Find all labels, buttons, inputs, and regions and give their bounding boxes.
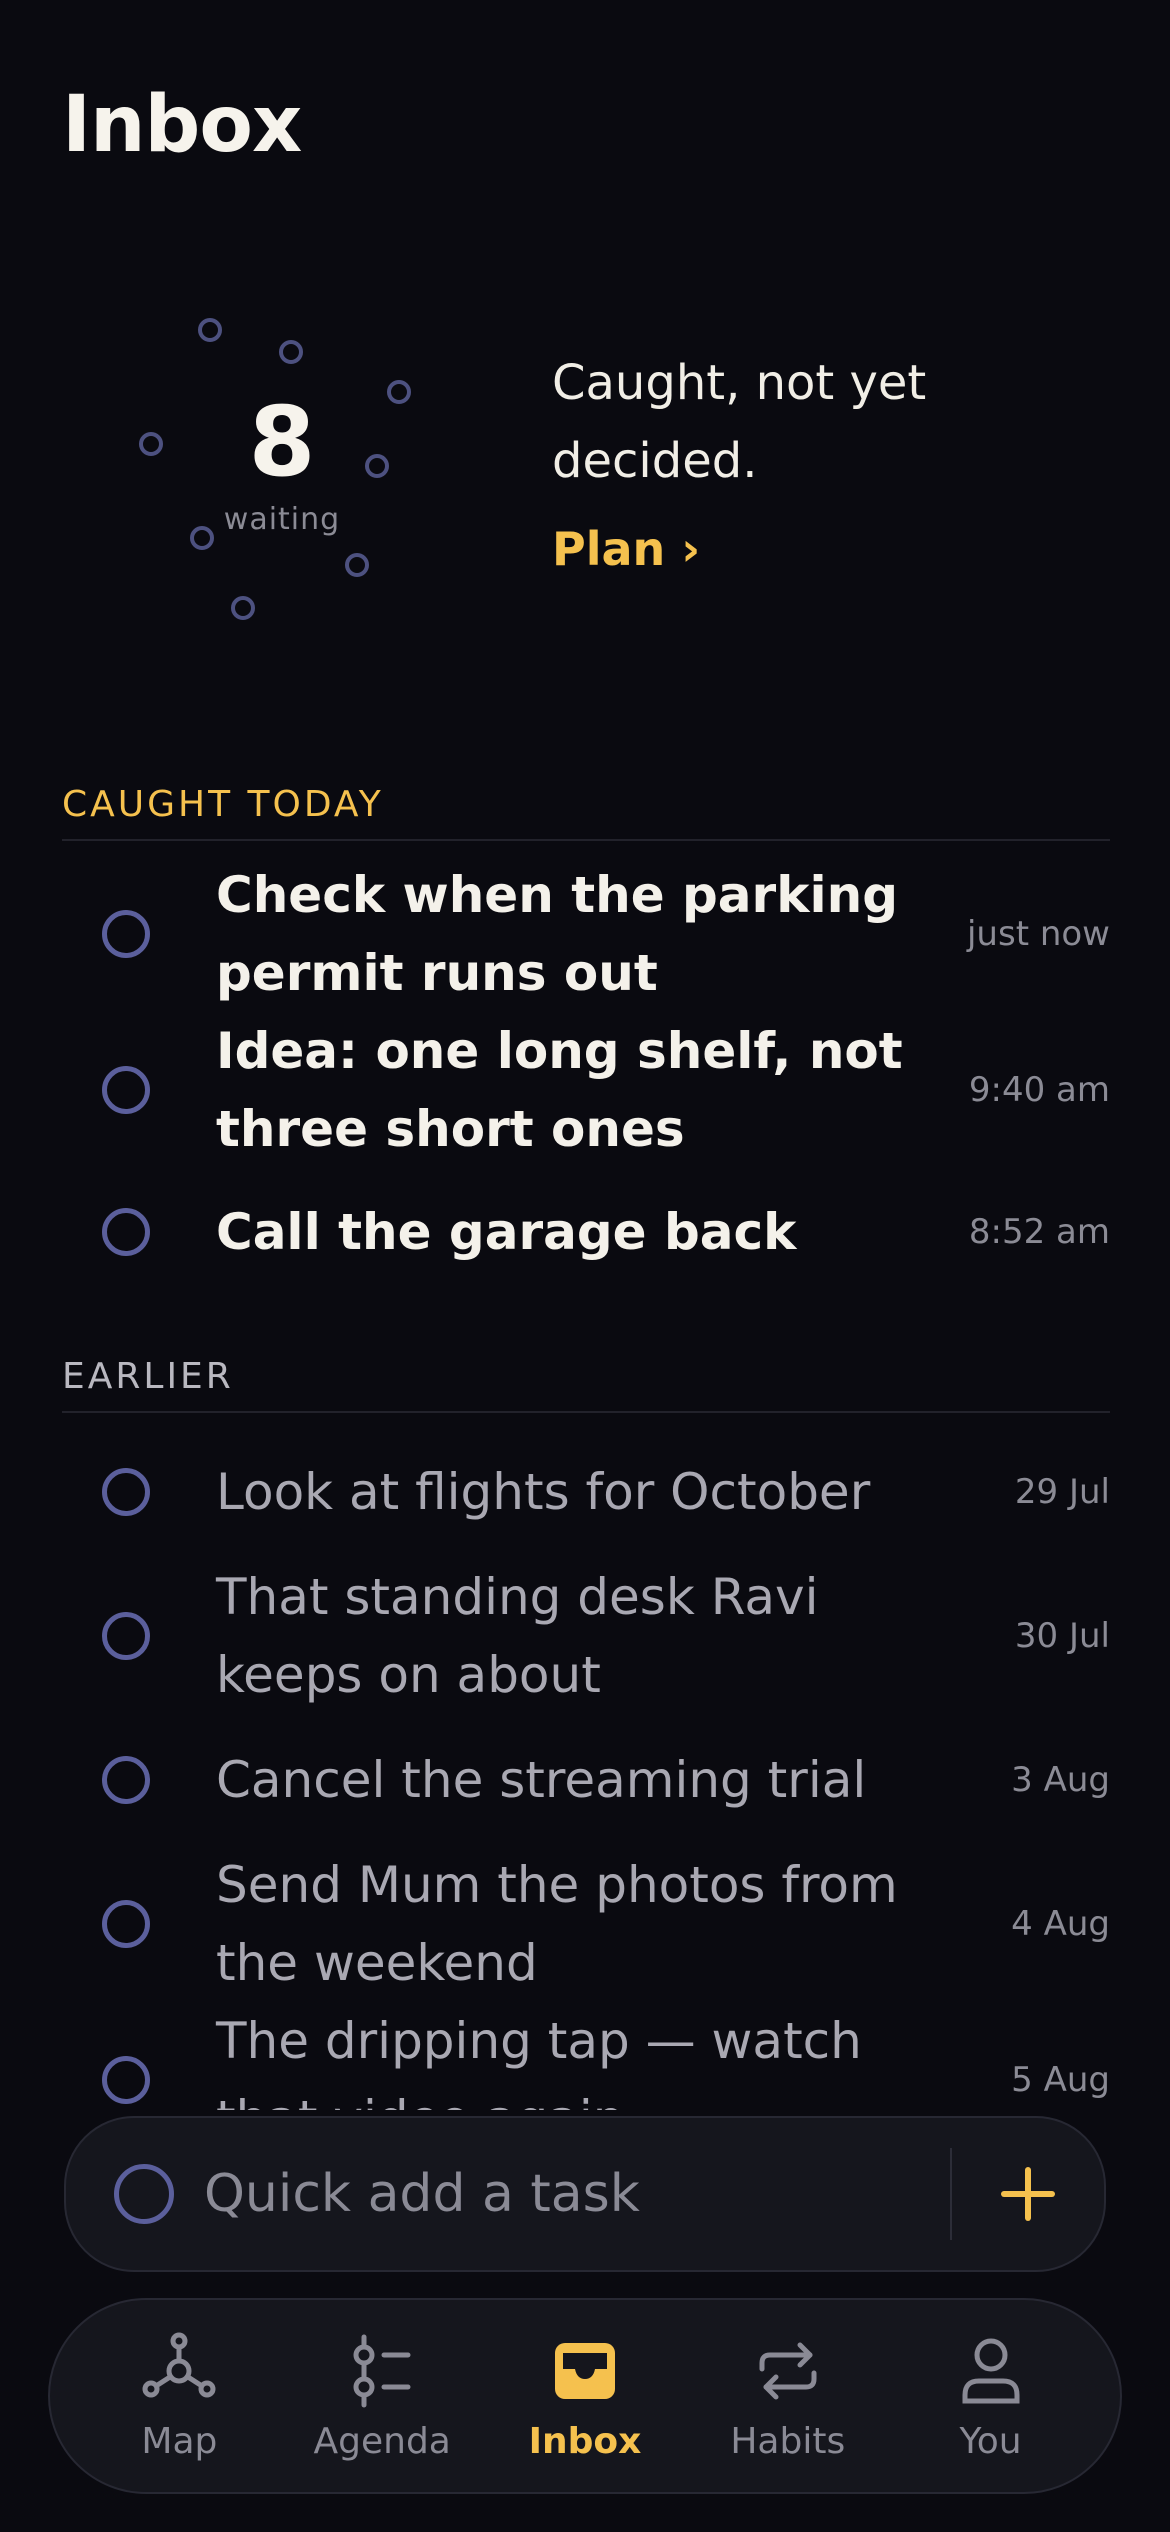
task-row[interactable]: Cancel the streaming trial 3 Aug xyxy=(62,1740,1110,1820)
tab-agenda[interactable]: Agenda xyxy=(287,2331,477,2462)
tab-map[interactable]: Map xyxy=(84,2331,274,2462)
plus-icon xyxy=(1001,2167,1055,2221)
bottom-tab-bar: Map Agenda Inbox Habits You xyxy=(48,2298,1122,2494)
task-text: Send Mum the photos from the weekend xyxy=(216,1856,898,1992)
task-time: 5 Aug xyxy=(1011,2060,1110,2100)
repeat-arrows-icon xyxy=(759,2342,817,2399)
tab-you[interactable]: You xyxy=(896,2331,1086,2462)
earlier-task-list[interactable]: Look at flights for October 29 Jul That … xyxy=(0,0,1170,2110)
tab-label: You xyxy=(959,2420,1022,2462)
agenda-timeline-icon xyxy=(353,2334,411,2407)
tab-inbox[interactable]: Inbox xyxy=(490,2331,680,2462)
task-text: Look at flights for October xyxy=(216,1463,871,1521)
tab-label: Agenda xyxy=(313,2420,451,2462)
task-checkbox[interactable] xyxy=(102,1900,150,1948)
task-checkbox[interactable] xyxy=(102,2056,150,2104)
task-checkbox[interactable] xyxy=(102,1468,150,1516)
task-row[interactable]: Send Mum the photos from the weekend 4 A… xyxy=(62,1846,1110,2002)
tab-label: Inbox xyxy=(528,2420,642,2462)
task-row[interactable]: The dripping tap — watch that video agai… xyxy=(62,2002,1110,2110)
tab-habits[interactable]: Habits xyxy=(693,2331,883,2462)
quick-add-bar[interactable] xyxy=(64,2116,1106,2272)
task-text: That standing desk Ravi keeps on about xyxy=(216,1568,819,1704)
task-row[interactable]: That standing desk Ravi keeps on about 3… xyxy=(62,1558,1110,1714)
task-text: Cancel the streaming trial xyxy=(216,1751,867,1809)
tab-label: Map xyxy=(141,2420,218,2462)
task-time: 3 Aug xyxy=(1011,1760,1110,1800)
add-task-button[interactable] xyxy=(952,2116,1104,2272)
task-time: 4 Aug xyxy=(1011,1904,1110,1944)
inbox-tray-icon xyxy=(554,2342,615,2399)
tab-label: Habits xyxy=(730,2420,846,2462)
task-time: 29 Jul xyxy=(1014,1472,1110,1512)
person-icon xyxy=(962,2338,1020,2403)
task-text: The dripping tap — watch that video agai… xyxy=(216,2012,862,2110)
task-time: 30 Jul xyxy=(1014,1616,1110,1656)
task-checkbox[interactable] xyxy=(102,1756,150,1804)
task-row[interactable]: Look at flights for October 29 Jul xyxy=(62,1452,1110,1532)
task-checkbox[interactable] xyxy=(102,1612,150,1660)
quick-add-circle-icon xyxy=(114,2164,174,2224)
quick-add-input[interactable] xyxy=(204,2164,904,2224)
map-network-icon xyxy=(142,2332,216,2397)
